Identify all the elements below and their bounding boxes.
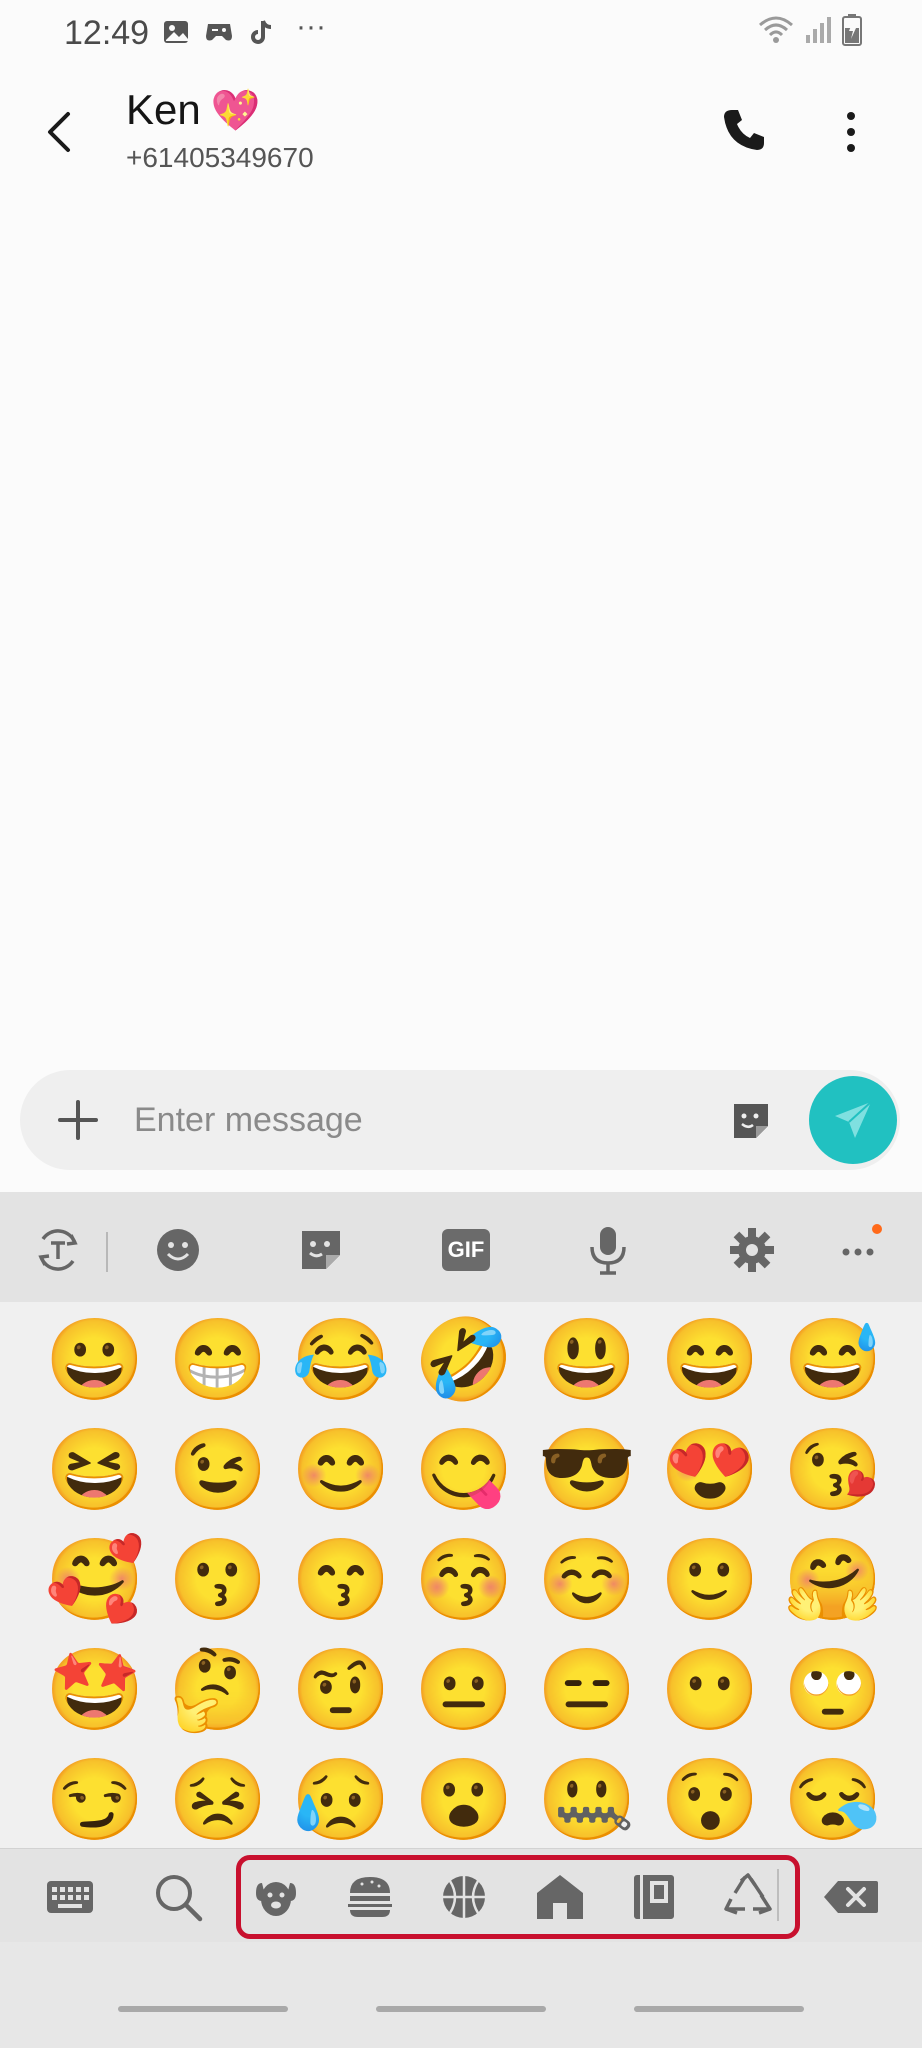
sparkling-heart-icon: 💖 <box>210 88 261 133</box>
more-toolbar-icon[interactable] <box>834 1224 886 1276</box>
emoji-key[interactable]: 😁 <box>168 1312 268 1408</box>
sticker-tab-icon[interactable] <box>295 1224 347 1276</box>
settings-gear-icon[interactable] <box>726 1224 778 1276</box>
emoji-key[interactable]: ☺️ <box>537 1532 637 1628</box>
contact-name-text: Ken <box>126 86 201 133</box>
emoji-key[interactable]: 😯 <box>660 1752 760 1848</box>
text-mode-toggle-icon[interactable] <box>32 1224 84 1276</box>
emoji-key[interactable]: 😄 <box>660 1312 760 1408</box>
emoji-key[interactable]: 😐 <box>414 1642 514 1738</box>
emoji-key[interactable]: 😶 <box>660 1642 760 1738</box>
contact-number: +61405349670 <box>126 142 314 173</box>
emoji-keyboard: GIF 😀 😁 😂 🤣 😃 😄 😅 😆 😉 😊 😋 😎 😍 😘 🥰 😗 😙 😚 ☺️ 🙂 🤗 🤩 🤔 🤨 😐 😑 😶 🙄 😏 😣 😥 😮 🤐 😯 😪 <box>0 1192 922 2048</box>
emoji-key[interactable]: 🤐 <box>537 1752 637 1848</box>
toolbar-divider <box>106 1232 108 1272</box>
emoji-key[interactable]: 😏 <box>45 1752 145 1848</box>
emoji-key[interactable]: 🙄 <box>783 1642 883 1738</box>
emoji-key[interactable]: 🙂 <box>660 1532 760 1628</box>
battery-icon <box>842 14 862 51</box>
message-input[interactable] <box>134 1092 694 1148</box>
microphone-icon[interactable] <box>582 1224 634 1276</box>
emoji-key[interactable]: 😑 <box>537 1642 637 1738</box>
call-icon[interactable] <box>718 104 770 156</box>
emoji-key[interactable]: 🤩 <box>45 1642 145 1738</box>
game-launcher-icon <box>204 18 232 46</box>
emoji-key[interactable]: 🤔 <box>168 1642 268 1738</box>
status-bar: 12:49 ··· <box>0 0 922 70</box>
attach-plus-icon[interactable] <box>56 1098 100 1142</box>
emoji-key[interactable]: 😅 <box>783 1312 883 1408</box>
emoji-key[interactable]: 😂 <box>291 1312 391 1408</box>
objects-category-icon[interactable] <box>628 1871 680 1923</box>
emoji-key[interactable]: 😚 <box>414 1532 514 1628</box>
tiktok-icon <box>250 18 278 46</box>
gif-label: GIF <box>441 1229 491 1271</box>
contact-name[interactable]: Ken 💖 <box>126 86 261 134</box>
nav-gesture-hint-center[interactable] <box>376 2006 546 2012</box>
animals-category-icon[interactable] <box>250 1871 302 1923</box>
nav-gesture-hint-right[interactable] <box>634 2006 804 2012</box>
backspace-icon[interactable] <box>822 1871 880 1923</box>
bottom-bar-divider <box>777 1869 779 1921</box>
send-button[interactable] <box>809 1076 897 1164</box>
emoji-category-highlight <box>236 1855 800 1939</box>
emoji-key[interactable]: 😥 <box>291 1752 391 1848</box>
nav-gesture-hint-left[interactable] <box>118 2006 288 2012</box>
keyboard-icon[interactable] <box>44 1871 96 1923</box>
emoji-key[interactable]: 😗 <box>168 1532 268 1628</box>
emoji-key[interactable]: 😮 <box>414 1752 514 1848</box>
message-composer <box>20 1070 900 1170</box>
activity-category-icon[interactable] <box>438 1871 490 1923</box>
gif-tab-button[interactable]: GIF <box>440 1224 492 1276</box>
notifications-more-icon: ··· <box>296 10 326 43</box>
gallery-icon <box>162 18 190 46</box>
emoji-key[interactable]: 😘 <box>783 1422 883 1518</box>
emoji-key[interactable]: 😍 <box>660 1422 760 1518</box>
emoji-grid: 😀 😁 😂 🤣 😃 😄 😅 😆 😉 😊 😋 😎 😍 😘 🥰 😗 😙 😚 ☺️ 🙂 🤗 🤩 🤔 🤨 😐 😑 😶 🙄 😏 😣 😥 😮 🤐 😯 😪 <box>0 1302 922 1850</box>
status-right-icons <box>758 14 862 51</box>
send-icon <box>835 1101 872 1138</box>
signal-icon <box>804 15 832 50</box>
notification-badge <box>872 1224 882 1234</box>
emoji-key[interactable]: 🥰 <box>45 1532 145 1628</box>
emoji-key[interactable]: 😋 <box>414 1422 514 1518</box>
emoji-key[interactable]: 😣 <box>168 1752 268 1848</box>
food-category-icon[interactable] <box>344 1871 396 1923</box>
sticker-icon[interactable] <box>728 1098 774 1144</box>
emoji-key[interactable]: 😙 <box>291 1532 391 1628</box>
emoji-key[interactable]: 🤣 <box>414 1312 514 1408</box>
symbols-recycle-icon[interactable] <box>722 1871 774 1923</box>
gesture-navigation-bar <box>0 1942 922 2048</box>
emoji-tab-icon[interactable] <box>152 1224 204 1276</box>
keyboard-bottom-bar <box>0 1848 922 1942</box>
conversation-header: Ken 💖 +61405349670 <box>0 70 922 200</box>
emoji-key[interactable]: 😊 <box>291 1422 391 1518</box>
emoji-search-icon[interactable] <box>152 1871 204 1923</box>
wifi-icon <box>758 15 794 50</box>
emoji-key[interactable]: 😆 <box>45 1422 145 1518</box>
emoji-key[interactable]: 😃 <box>537 1312 637 1408</box>
emoji-key[interactable]: 😉 <box>168 1422 268 1518</box>
back-button[interactable] <box>38 102 78 162</box>
emoji-key[interactable]: 😀 <box>45 1312 145 1408</box>
emoji-key[interactable]: 😎 <box>537 1422 637 1518</box>
messaging-screen: 12:49 ··· Ken 💖 +61405349670 Enter messa… <box>0 0 922 2048</box>
status-time: 12:49 <box>64 14 150 52</box>
more-options-icon[interactable] <box>836 104 866 160</box>
keyboard-toolbar: GIF <box>0 1192 922 1302</box>
emoji-key[interactable]: 🤗 <box>783 1532 883 1628</box>
emoji-key[interactable]: 🤨 <box>291 1642 391 1738</box>
places-category-icon[interactable] <box>534 1871 586 1923</box>
emoji-key[interactable]: 😪 <box>783 1752 883 1848</box>
